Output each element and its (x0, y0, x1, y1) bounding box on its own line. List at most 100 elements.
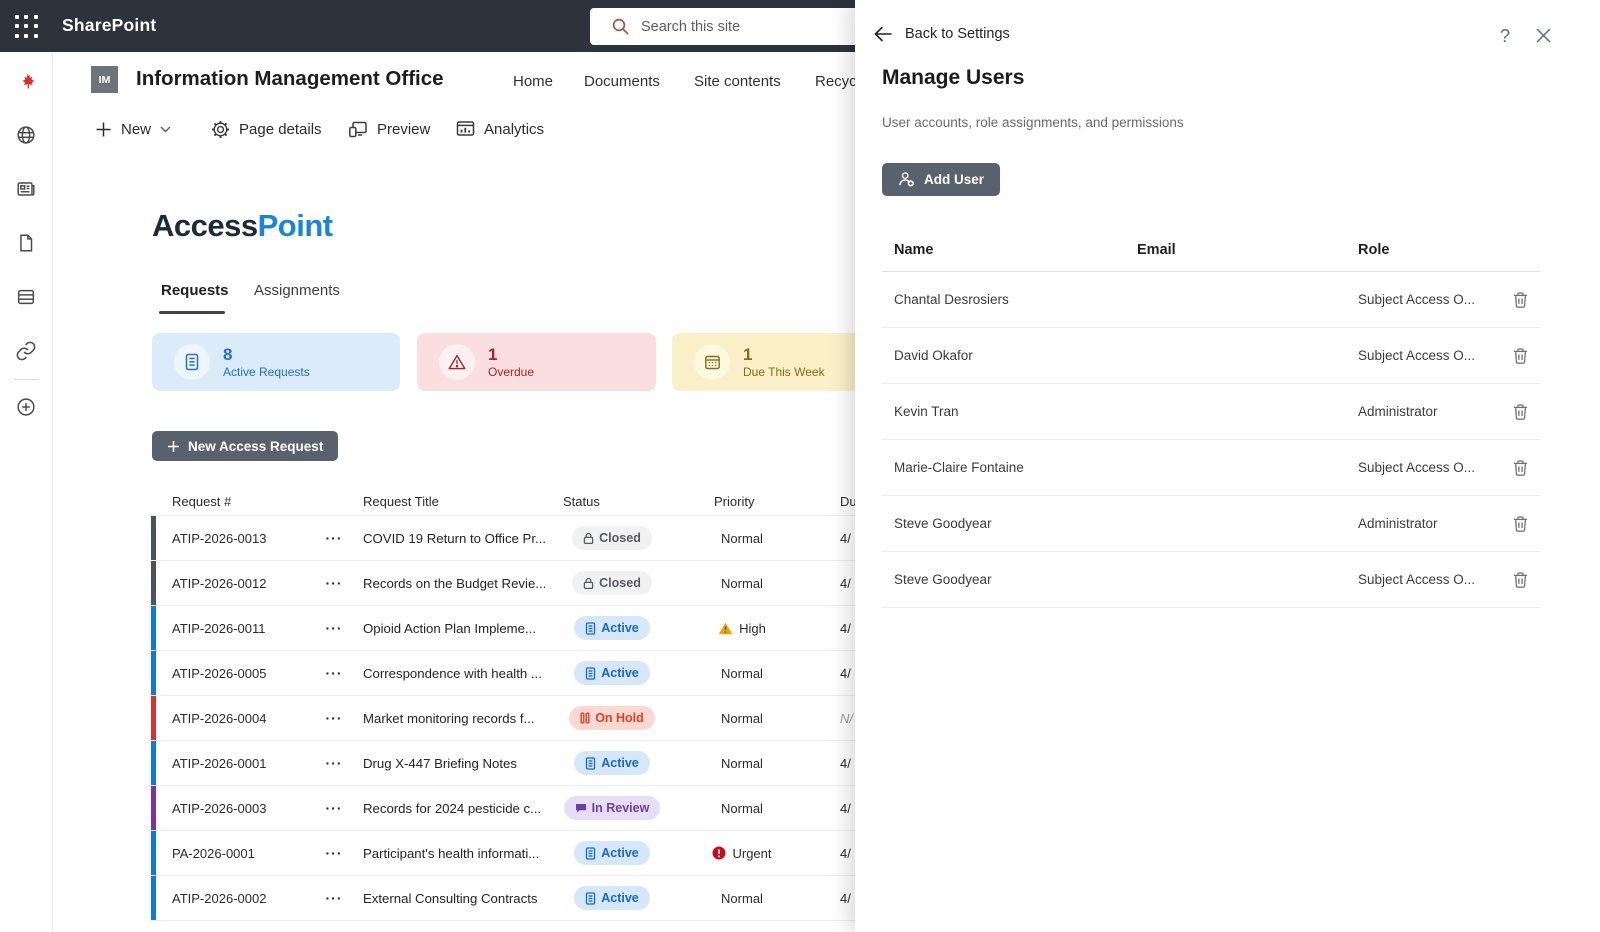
active-tab-underline (159, 311, 225, 314)
add-user-button[interactable]: Add User (882, 163, 1000, 196)
search-icon (611, 17, 630, 36)
search-placeholder: Search this site (641, 19, 740, 35)
request-row[interactable]: PA-2026-0001···Participant's health info… (151, 831, 875, 876)
request-title: Records for 2024 pesticide c... (352, 801, 552, 816)
comment-icon (575, 803, 587, 814)
request-row[interactable]: ATIP-2026-0001···Drug X-447 Briefing Not… (151, 741, 875, 786)
user-name: David Okafor (882, 348, 1137, 363)
status-badge: Active (574, 886, 650, 910)
due-date-cell: 4/ (812, 531, 851, 546)
nav-site-contents[interactable]: Site contents (694, 73, 781, 90)
request-row[interactable]: ATIP-2026-0002···External Consulting Con… (151, 876, 875, 921)
help-icon[interactable]: ? (1500, 26, 1510, 47)
stat-value: 8 (223, 345, 310, 365)
request-row[interactable]: ATIP-2026-0013···COVID 19 Return to Offi… (151, 516, 875, 561)
priority-cell: Urgent (672, 846, 812, 861)
request-row[interactable]: ATIP-2026-0012···Records on the Budget R… (151, 561, 875, 606)
col-name: Name (882, 242, 1137, 258)
stat-label: Due This Week (743, 365, 825, 380)
delete-user-button[interactable] (1510, 457, 1531, 479)
delete-user-button[interactable] (1510, 401, 1531, 423)
page-details-button[interactable]: Page details (211, 114, 322, 144)
request-id: ATIP-2026-0012 (151, 576, 316, 591)
user-row: Marie-Claire FontaineSubject Access O... (882, 440, 1540, 496)
plus-icon (167, 440, 180, 453)
delete-user-button[interactable] (1510, 289, 1531, 311)
row-more-button[interactable]: ··· (316, 800, 352, 816)
delete-user-button[interactable] (1510, 569, 1531, 591)
high-priority-icon (718, 622, 733, 635)
priority-cell: High (672, 621, 812, 636)
list-table-icon[interactable] (15, 286, 37, 308)
news-icon[interactable] (15, 178, 37, 200)
row-more-button[interactable]: ··· (316, 575, 352, 591)
document-icon (184, 353, 200, 371)
document-icon[interactable] (15, 232, 37, 254)
link-icon[interactable] (15, 340, 37, 362)
warning-icon (448, 354, 466, 370)
canada-flag-icon[interactable] (15, 71, 37, 93)
sharepoint-brand[interactable]: SharePoint (62, 15, 156, 36)
row-more-button[interactable]: ··· (316, 755, 352, 771)
document-icon (585, 847, 596, 860)
due-date-cell: 4/ (812, 666, 851, 681)
close-icon[interactable] (1536, 28, 1551, 43)
due-date-cell: N/ (812, 711, 853, 726)
row-more-button[interactable]: ··· (316, 665, 352, 681)
status-badge: Active (574, 661, 650, 685)
row-accent-bar (151, 561, 156, 605)
user-role: Administrator (1358, 516, 1500, 531)
new-access-request-button[interactable]: New Access Request (152, 431, 338, 461)
row-more-button[interactable]: ··· (316, 890, 352, 906)
nav-home[interactable]: Home (513, 73, 553, 90)
gear-icon (211, 120, 230, 139)
row-more-button[interactable]: ··· (316, 845, 352, 861)
nav-recycle[interactable]: Recycl (815, 73, 860, 90)
due-date-cell: 4/ (812, 756, 851, 771)
status-badge: Active (574, 841, 650, 865)
pause-icon (580, 712, 590, 724)
tab-requests[interactable]: Requests (161, 282, 229, 299)
delete-user-button[interactable] (1510, 513, 1531, 535)
request-row[interactable]: ATIP-2026-0003···Records for 2024 pestic… (151, 786, 875, 831)
due-date-cell: 4/ (812, 621, 851, 636)
stat-card-overdue: 1 Overdue (417, 333, 656, 391)
row-accent-bar (151, 516, 156, 560)
row-accent-bar (151, 876, 156, 920)
tab-assignments[interactable]: Assignments (254, 282, 340, 299)
request-row[interactable]: ATIP-2026-0011···Opioid Action Plan Impl… (151, 606, 875, 651)
user-role: Administrator (1358, 404, 1500, 419)
request-id: ATIP-2026-0001 (151, 756, 316, 771)
request-title: Participant's health informati... (352, 846, 552, 861)
user-row: Steve GoodyearSubject Access O... (882, 552, 1540, 608)
search-input[interactable]: Search this site (590, 8, 878, 45)
row-more-button[interactable]: ··· (316, 620, 352, 636)
nav-documents[interactable]: Documents (584, 73, 660, 90)
add-person-icon (898, 171, 916, 188)
app-launcher-icon[interactable] (13, 13, 40, 40)
back-to-settings-button[interactable]: Back to Settings (873, 25, 1010, 43)
globe-icon[interactable] (15, 124, 37, 146)
preview-button[interactable]: Preview (348, 114, 430, 144)
request-row[interactable]: ATIP-2026-0005···Correspondence with hea… (151, 651, 875, 696)
document-icon (585, 622, 596, 635)
row-more-button[interactable]: ··· (316, 710, 352, 726)
delete-user-button[interactable] (1510, 345, 1531, 367)
analytics-button[interactable]: Analytics (456, 114, 544, 144)
trash-icon (1512, 571, 1529, 589)
analytics-icon (456, 120, 475, 138)
new-button[interactable]: New (95, 114, 171, 144)
row-more-button[interactable]: ··· (316, 530, 352, 546)
priority-cell: Normal (672, 711, 812, 726)
add-app-icon[interactable] (15, 396, 37, 418)
request-row[interactable]: ATIP-2026-0004···Market monitoring recor… (151, 696, 875, 741)
document-icon (585, 892, 596, 905)
user-name: Steve Goodyear (882, 516, 1137, 531)
request-id: ATIP-2026-0002 (151, 891, 316, 906)
due-date-cell: 4/ (812, 891, 851, 906)
col-request-title: Request Title (352, 494, 552, 509)
col-request-number: Request # (151, 494, 316, 509)
site-logo[interactable]: IM (91, 66, 118, 93)
request-title: Drug X-447 Briefing Notes (352, 756, 552, 771)
requests-table-header: Request # Request Title Status Priority … (151, 487, 875, 515)
